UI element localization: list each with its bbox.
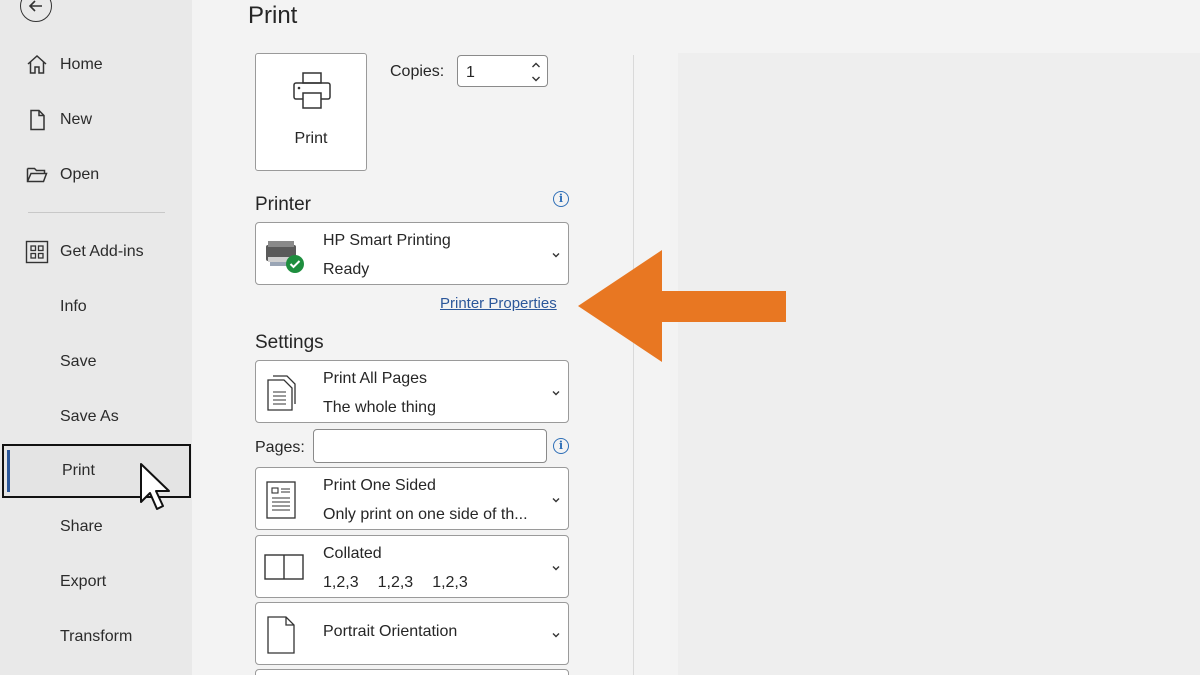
settings-heading: Settings [255, 332, 324, 353]
new-document-icon [30, 109, 45, 131]
pages-label: Pages: [255, 439, 305, 456]
sidebar-item-label: Open [60, 166, 100, 183]
collation-set: 1,2,3 [432, 574, 468, 591]
print-range-subtitle: The whole thing [323, 399, 436, 416]
panel-divider [633, 55, 634, 675]
sidebar-item-label: Print [62, 462, 95, 479]
chevron-down-icon [552, 566, 560, 571]
sidebar-item-label: Save As [60, 408, 119, 425]
print-button[interactable]: Print [255, 53, 367, 171]
sidebar-item-label: Export [60, 573, 107, 590]
printer-status: Ready [323, 261, 370, 278]
printer-dropdown[interactable]: HP Smart Printing Ready [255, 222, 569, 285]
sidebar-item-label: Transform [60, 628, 133, 645]
sidebar-item-export[interactable]: Export [0, 558, 192, 606]
orientation-title: Portrait Orientation [323, 623, 458, 640]
print-range-title: Print All Pages [323, 370, 428, 387]
print-range-dropdown[interactable]: Print All Pages The whole thing [255, 360, 569, 423]
sidebar-item-save-as[interactable]: Save As [0, 393, 192, 441]
sides-title: Print One Sided [323, 477, 436, 494]
chevron-down-icon [552, 391, 560, 396]
sidebar-item-label: Save [60, 353, 97, 370]
copies-value: 1 [466, 64, 475, 81]
printer-icon [293, 72, 331, 109]
sidebar-item-home[interactable]: Home [0, 41, 192, 89]
collation-dropdown[interactable]: Collated 1,2,3 1,2,3 1,2,3 [255, 535, 569, 598]
sidebar-item-transform[interactable]: Transform [0, 613, 192, 661]
sidebar-item-label: Get Add-ins [60, 243, 144, 260]
one-sided-page-icon [266, 481, 296, 519]
sidebar-divider [28, 212, 165, 213]
sidebar-item-label: New [60, 111, 93, 128]
sidebar-item-get-add-ins[interactable]: Get Add-ins [0, 228, 192, 276]
margins-dropdown[interactable] [255, 669, 569, 675]
sidebar-item-label: Home [60, 56, 103, 73]
orientation-dropdown[interactable]: Portrait Orientation [255, 602, 569, 665]
sides-dropdown[interactable]: Print One Sided Only print on one side o… [255, 467, 569, 530]
pages-stack-icon [267, 375, 296, 411]
printer-properties-link[interactable]: Printer Properties [440, 295, 557, 312]
sidebar-item-label: Info [60, 298, 87, 315]
sidebar-item-save[interactable]: Save [0, 338, 192, 386]
page-title: Print [248, 2, 298, 29]
collation-set: 1,2,3 [377, 574, 414, 591]
sides-subtitle: Only print on one side of th... [323, 506, 528, 523]
sidebar-item-info[interactable]: Info [0, 283, 192, 331]
pages-input[interactable] [313, 429, 547, 463]
home-icon [27, 54, 47, 74]
portrait-page-icon [267, 616, 295, 654]
chevron-down-icon [552, 253, 560, 258]
collation-title: Collated [323, 545, 382, 562]
orange-arrow-icon [578, 250, 786, 362]
collated-pages-icon [264, 554, 304, 580]
sidebar-item-open[interactable]: Open [0, 151, 192, 199]
print-button-label: Print [294, 130, 328, 147]
printer-heading: Printer [255, 194, 311, 215]
info-icon[interactable]: i [553, 438, 569, 454]
copies-label: Copies: [390, 63, 445, 80]
print-preview-area [678, 53, 1200, 675]
collation-order: 1,2,3 1,2,3 1,2,3 [323, 574, 487, 592]
chevron-down-icon [552, 633, 560, 638]
copies-input[interactable]: 1 [457, 55, 548, 87]
collation-set: 1,2,3 [323, 574, 359, 591]
mouse-cursor-icon [140, 463, 170, 510]
back-button[interactable] [20, 0, 52, 22]
add-ins-grid-icon [25, 240, 49, 264]
sidebar-item-new[interactable]: New [0, 96, 192, 144]
chevron-up-icon[interactable] [530, 59, 542, 71]
printer-ready-icon [266, 241, 304, 273]
chevron-down-icon [552, 498, 560, 503]
printer-name: HP Smart Printing [323, 232, 451, 249]
folder-open-icon [26, 167, 48, 183]
back-arrow-icon [28, 0, 42, 12]
backstage-sidebar: Home New Open Get Add-ins Info Save Save… [0, 0, 192, 675]
info-icon[interactable]: i [553, 191, 569, 207]
sidebar-item-label: Share [60, 518, 103, 535]
chevron-down-icon[interactable] [530, 73, 542, 85]
